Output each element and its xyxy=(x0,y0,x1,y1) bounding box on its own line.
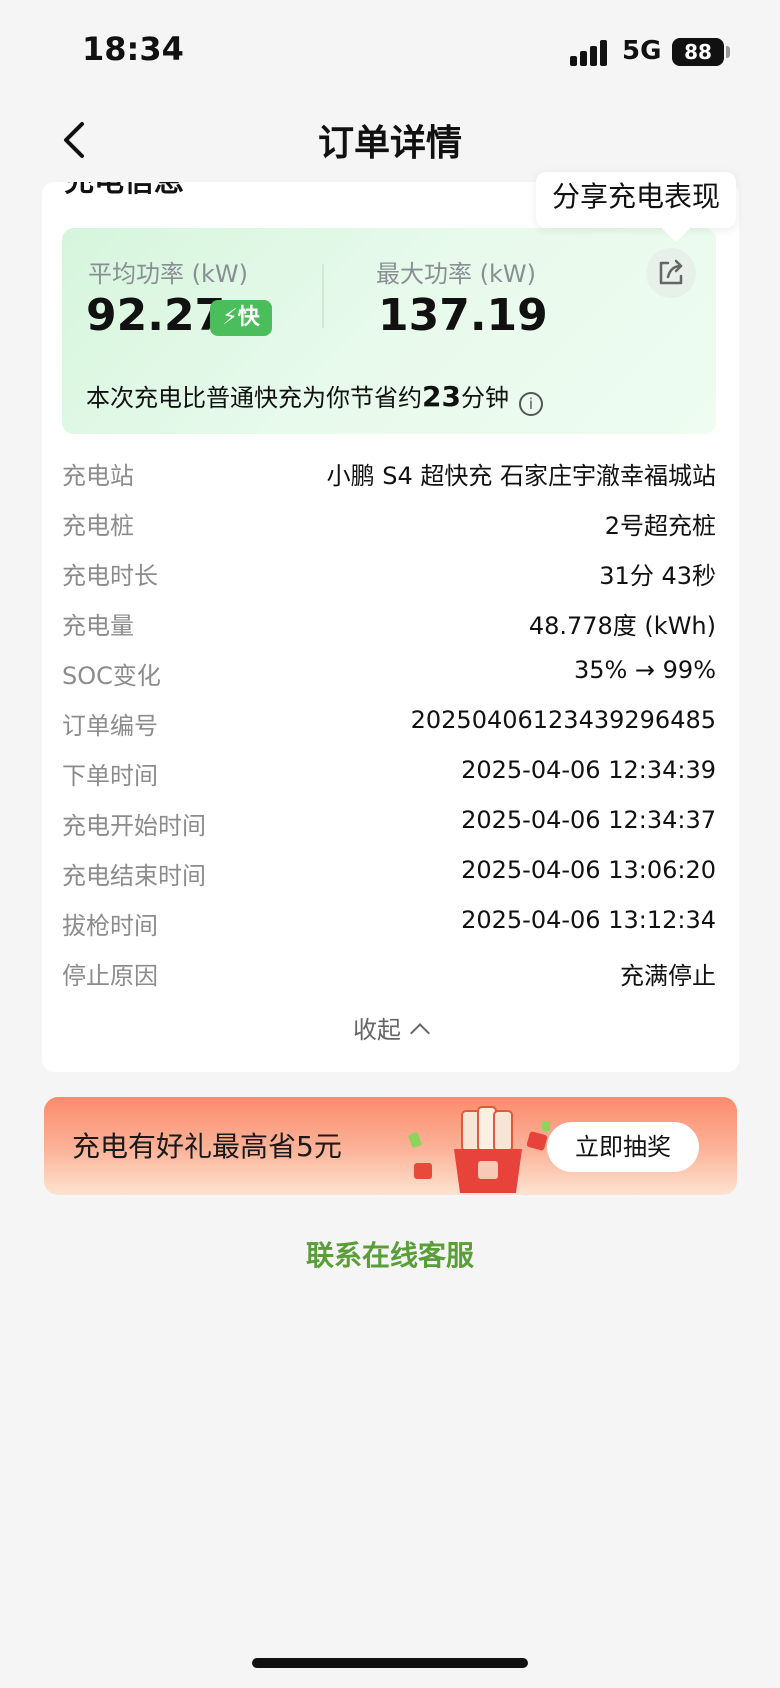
row-label: SOC变化 xyxy=(62,662,161,690)
detail-row-order-id: 订单编号 2025040612343929648​5 xyxy=(62,698,716,748)
row-label: 拔枪时间 xyxy=(62,912,158,940)
nav-bar: 订单详情 xyxy=(0,100,780,180)
share-button[interactable] xyxy=(646,248,696,298)
chevron-up-icon xyxy=(410,1023,430,1043)
battery-icon: 88 xyxy=(672,38,724,66)
collapse-label: 收起 xyxy=(353,1016,401,1044)
signal-icon xyxy=(570,40,610,66)
contact-support-link[interactable]: 联系在线客服 xyxy=(0,1234,780,1274)
detail-list: 充电站 小鹏 S4 超快充 石家庄宇澈幸福城站 充电桩 2号超充桩 充电时长 31分 … xyxy=(62,448,716,998)
save-prefix: 本次充电比普通快充为你节省约 xyxy=(86,384,422,412)
detail-row-end-time: 充电结束时间 2025-04-06 13:06:20 xyxy=(62,848,716,898)
info-icon[interactable]: i xyxy=(518,392,543,416)
time-saved-text: 本次充电比普通快充为你节省约23分钟 i xyxy=(86,378,543,416)
row-value: 48.778度 (kWh) xyxy=(528,612,716,640)
save-minutes: 23 xyxy=(422,380,461,413)
row-value: 2025-04-06 13:06:20 xyxy=(461,856,716,884)
detail-row-duration: 充电时长 31分 43秒 xyxy=(62,548,716,598)
detail-row-start-time: 充电开始时间 2025-04-06 12:34:37 xyxy=(62,798,716,848)
detail-row-stop-reason: 停止原因 充满停止 xyxy=(62,948,716,998)
share-icon xyxy=(659,259,683,285)
row-value: 2025-04-06 13:12:34 xyxy=(461,906,716,934)
avg-power-label: 平均功率 (kW) xyxy=(88,260,248,288)
detail-row-pile: 充电桩 2号超充桩 xyxy=(62,498,716,548)
fast-badge: ⚡快 xyxy=(210,300,272,336)
row-value: 充满停止 xyxy=(620,962,716,990)
power-summary: 平均功率 (kW) 92.27 ⚡快 最大功率 (kW) 137.19 本次充电… xyxy=(62,228,716,434)
detail-row-order-time: 下单时间 2025-04-06 12:34:39 xyxy=(62,748,716,798)
row-label: 停止原因 xyxy=(62,962,158,990)
detail-row-unplug-time: 拔枪时间 2025-04-06 13:12:34 xyxy=(62,898,716,948)
row-value: 2号超充桩 xyxy=(604,512,716,540)
row-label: 充电时长 xyxy=(62,562,158,590)
max-power-value: 137.19 xyxy=(378,290,548,341)
row-label: 充电结束时间 xyxy=(62,862,206,890)
draw-lottery-button[interactable]: 立即抽奖 xyxy=(547,1122,699,1172)
row-label: 充电量 xyxy=(62,612,134,640)
network-type: 5G xyxy=(622,36,662,66)
detail-row-energy: 充电量 48.778度 (kWh) xyxy=(62,598,716,648)
row-label: 充电开始时间 xyxy=(62,812,206,840)
row-label: 充电桩 xyxy=(62,512,134,540)
avg-power-value: 92.27 xyxy=(86,290,226,341)
row-label: 订单编号 xyxy=(62,712,158,740)
detail-row-station: 充电站 小鹏 S4 超快充 石家庄宇澈幸福城站 xyxy=(62,448,716,498)
status-bar: 18:34 5G 88 xyxy=(0,0,780,100)
save-suffix: 分钟 xyxy=(460,384,509,412)
status-time: 18:34 xyxy=(82,30,184,68)
row-value: 小鹏 S4 超快充 石家庄宇澈幸福城站 xyxy=(326,462,716,490)
row-value: 35% → 99% xyxy=(573,656,716,684)
row-label: 充电站 xyxy=(62,462,134,490)
row-value: 2025-04-06 12:34:37 xyxy=(461,806,716,834)
row-value[interactable]: 2025040612343929648​5 xyxy=(411,706,716,734)
share-tooltip[interactable]: 分享充电表现 xyxy=(536,172,736,228)
row-label: 下单时间 xyxy=(62,762,158,790)
home-indicator[interactable] xyxy=(252,1658,528,1668)
divider xyxy=(322,264,324,328)
max-power-label: 最大功率 (kW) xyxy=(376,260,536,288)
page-title: 订单详情 xyxy=(317,123,462,164)
promo-text: 充电有好礼最高省5元 xyxy=(72,1130,342,1163)
row-value: 2025-04-06 12:34:39 xyxy=(461,756,716,784)
detail-row-soc: SOC变化 35% → 99% xyxy=(62,648,716,698)
collapse-button[interactable]: 收起 xyxy=(0,1010,780,1045)
row-value: 31分 43秒 xyxy=(599,562,716,590)
battery-tip xyxy=(726,46,730,58)
promo-banner[interactable]: 充电有好礼最高省5元 立即抽奖 xyxy=(44,1097,737,1195)
section-title: 充电信息 xyxy=(64,182,184,200)
